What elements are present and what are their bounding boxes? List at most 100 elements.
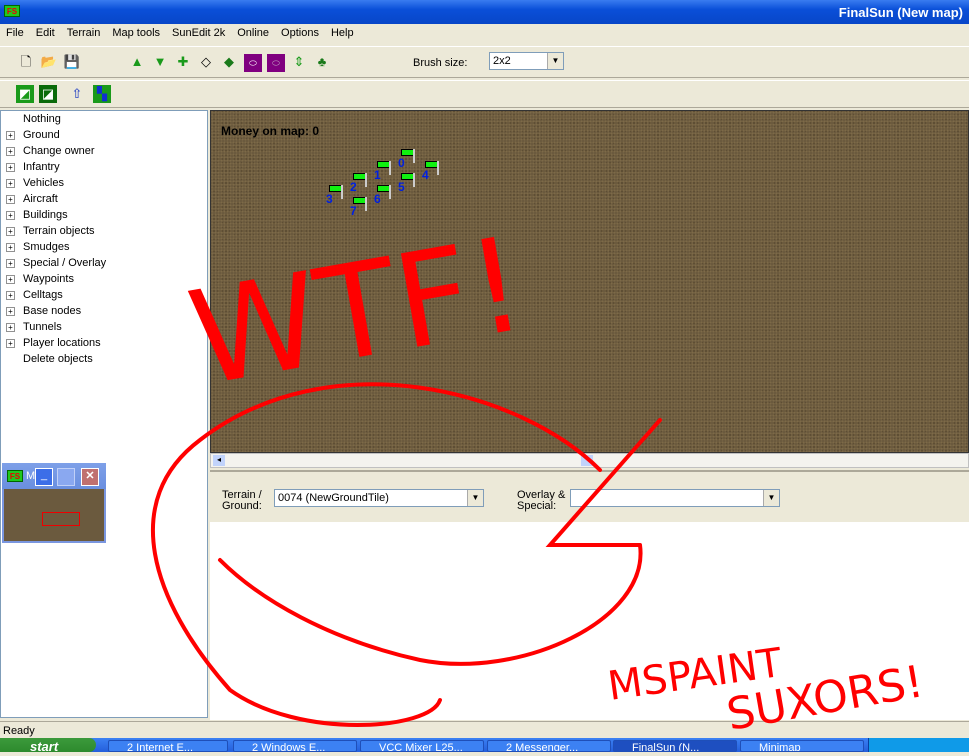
expand-icon[interactable]: + (6, 227, 15, 236)
expand-icon[interactable]: + (6, 195, 15, 204)
expand-icon[interactable]: + (6, 179, 15, 188)
minimap-window[interactable]: FS M _ ✕ (2, 463, 106, 543)
menu-options[interactable]: Options (275, 26, 325, 44)
expand-icon[interactable]: + (6, 339, 15, 348)
tree-item[interactable]: + Celltags (1, 287, 207, 303)
expand-icon[interactable]: + (6, 275, 15, 284)
maximize-button (57, 468, 75, 486)
hide-object-icon[interactable]: ⬭ (244, 54, 262, 72)
tile-list[interactable] (210, 522, 969, 720)
task-finalsun[interactable]: FinalSun (N... (613, 740, 737, 752)
task-minimap[interactable]: Minimap (740, 740, 864, 752)
tree-item[interactable]: + Change owner (1, 143, 207, 159)
expand-icon[interactable]: + (6, 323, 15, 332)
money-on-map: Money on map: 0 (221, 124, 320, 138)
tree-item-label: Nothing (23, 113, 61, 125)
hide-tile-icon[interactable]: ◇ (197, 53, 215, 71)
tile-panel: Terrain / Ground: 0074 (NewGroundTile) ▼ O… (210, 470, 969, 720)
lower-ground-icon[interactable]: ▼ (151, 53, 169, 71)
menu-file[interactable]: File (0, 26, 30, 44)
open-folder-icon[interactable]: 📂 (40, 53, 58, 71)
tree-item[interactable]: + Ground (1, 127, 207, 143)
task-internet-explorer[interactable]: 2 Internet E... (108, 740, 228, 752)
brush-size-label: Brush size: (413, 57, 468, 69)
horizontal-scrollbar[interactable]: ◂ (210, 453, 969, 468)
expand-icon[interactable]: + (6, 259, 15, 268)
waypoint-number: 6 (374, 192, 381, 206)
water-icon[interactable]: ▚ (93, 85, 111, 103)
map-view[interactable]: Money on map: 0 0 1 2 3 4 5 6 7 (210, 110, 969, 453)
waypoint[interactable]: 7 (350, 197, 373, 219)
start-button[interactable]: start (0, 738, 96, 754)
overlay-select[interactable]: ▼ (570, 489, 780, 507)
chevron-down-icon: ▼ (467, 490, 483, 506)
task-messenger[interactable]: 2 Messenger... (487, 740, 611, 752)
expand-icon[interactable]: + (6, 163, 15, 172)
raise-ground-icon[interactable]: ▲ (128, 53, 146, 71)
waypoint-number: 0 (398, 156, 405, 170)
menu-map-tools[interactable]: Map tools (106, 26, 166, 44)
menu-help[interactable]: Help (325, 26, 360, 44)
minimap-viewport[interactable] (42, 512, 80, 526)
tree-item[interactable]: + Smudges (1, 239, 207, 255)
menu-terrain[interactable]: Terrain (61, 26, 107, 44)
minimize-button[interactable]: _ (35, 468, 53, 486)
flatten-icon[interactable]: ✚ (174, 53, 192, 71)
tree-item[interactable]: + Terrain objects (1, 223, 207, 239)
waypoint[interactable]: 1 (374, 161, 397, 183)
expand-icon[interactable]: + (6, 211, 15, 220)
tree-item[interactable]: + Vehicles (1, 175, 207, 191)
title-bar: FS FinalSun (New map) (0, 0, 969, 24)
waypoint[interactable]: 0 (398, 149, 421, 171)
close-button[interactable]: ✕ (81, 468, 99, 486)
tree-item[interactable]: + Aircraft (1, 191, 207, 207)
new-file-icon[interactable]: 🗋 (17, 53, 35, 71)
tree-item[interactable]: + Waypoints (1, 271, 207, 287)
waypoint[interactable]: 6 (374, 185, 397, 207)
minimap-titlebar[interactable]: FS M _ ✕ (2, 463, 106, 489)
expand-icon[interactable]: + (6, 147, 15, 156)
tree-item[interactable]: + Player locations (1, 335, 207, 351)
waypoint-number: 5 (398, 180, 405, 194)
show-object-icon[interactable]: ⬭ (267, 54, 285, 72)
brush-size-select[interactable]: 2x2 ▼ (489, 52, 564, 70)
tree-item[interactable]: + Base nodes (1, 303, 207, 319)
menu-sunedit[interactable]: SunEdit 2k (166, 26, 231, 44)
menu-online[interactable]: Online (231, 26, 275, 44)
waypoint-number: 2 (350, 180, 357, 194)
cliff-back-icon[interactable]: ◪ (39, 85, 57, 103)
tree-item-label: Ground (23, 129, 60, 141)
lower-tile-icon[interactable]: ♣ (313, 53, 331, 71)
tree-item-label: Vehicles (23, 177, 64, 189)
scroll-thumb[interactable] (581, 455, 593, 466)
tree-item[interactable]: + Special / Overlay (1, 255, 207, 271)
menu-edit[interactable]: Edit (30, 26, 61, 44)
tree-item[interactable]: Nothing (1, 111, 207, 127)
expand-icon[interactable]: + (6, 131, 15, 140)
cliff-front-icon[interactable]: ◩ (16, 85, 34, 103)
menu-bar: File Edit Terrain Map tools SunEdit 2k O… (0, 26, 360, 44)
tree-item[interactable]: + Tunnels (1, 319, 207, 335)
tree-item-label: Waypoints (23, 273, 74, 285)
show-tile-icon[interactable]: ◆ (220, 53, 238, 71)
save-icon[interactable]: 💾 (63, 53, 81, 71)
waypoint[interactable]: 4 (422, 161, 445, 183)
terrain-select[interactable]: 0074 (NewGroundTile) ▼ (274, 489, 484, 507)
waypoint[interactable]: 5 (398, 173, 421, 195)
expand-icon[interactable]: + (6, 307, 15, 316)
waypoint[interactable]: 2 (350, 173, 373, 195)
waypoint[interactable]: 3 (326, 185, 349, 207)
tree-item[interactable]: + Buildings (1, 207, 207, 223)
task-vcc-mixer[interactable]: VCC Mixer L25... (360, 740, 484, 752)
scroll-left-icon[interactable]: ◂ (213, 455, 225, 466)
tree-item[interactable]: + Infantry (1, 159, 207, 175)
expand-icon[interactable]: + (6, 243, 15, 252)
taskbar: start 2 Internet E... 2 Windows E... VCC… (0, 738, 969, 754)
object-tree[interactable]: Nothing + Ground + Change owner + Infantry + Veh… (0, 110, 208, 718)
raise-tile-icon[interactable]: ⇕ (290, 53, 308, 71)
shore-icon[interactable]: ⇧ (68, 85, 86, 103)
tree-item[interactable]: Delete objects (1, 351, 207, 367)
flag-pole (413, 173, 415, 187)
expand-icon[interactable]: + (6, 291, 15, 300)
task-windows-explorer[interactable]: 2 Windows E... (233, 740, 357, 752)
